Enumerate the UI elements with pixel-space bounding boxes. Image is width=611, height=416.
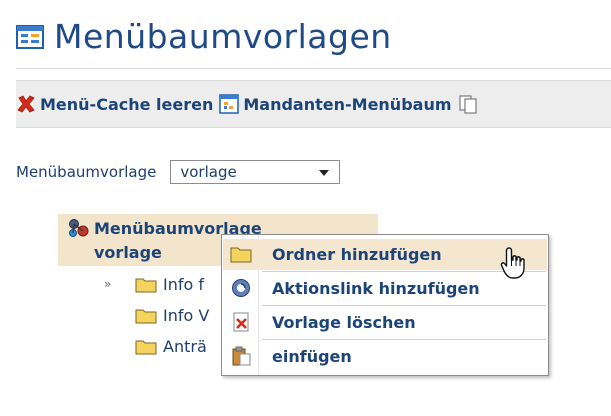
action-link-icon xyxy=(230,278,252,298)
copy-button[interactable] xyxy=(458,94,478,114)
folder-icon xyxy=(230,244,252,264)
tree-item[interactable]: Anträ xyxy=(135,337,207,356)
red-x-icon xyxy=(16,94,36,114)
delete-document-icon xyxy=(230,312,252,332)
template-grid-icon xyxy=(16,24,44,49)
tree-grid-icon xyxy=(219,94,240,114)
add-folder-menu-item[interactable]: Ordner hinzufügen xyxy=(223,239,547,270)
paste-label: einfügen xyxy=(272,347,352,366)
folder-icon xyxy=(135,338,157,355)
delete-template-menu-item[interactable]: Vorlage löschen xyxy=(223,307,547,338)
delete-template-label: Vorlage löschen xyxy=(272,313,416,332)
expand-arrow-icon[interactable]: » xyxy=(104,277,111,291)
clear-cache-label: Menü-Cache leeren xyxy=(40,94,214,114)
add-action-link-menu-item[interactable]: Aktionslink hinzufügen xyxy=(223,273,547,304)
tree-item-label: Anträ xyxy=(163,337,207,356)
folder-icon xyxy=(135,276,157,293)
tree-item-label: Info f xyxy=(163,275,204,294)
template-select-value: vorlage xyxy=(180,163,237,181)
tree-item-label: Info V xyxy=(163,306,210,325)
menu-tree-root-icon xyxy=(68,218,90,238)
tree-item[interactable]: Info V xyxy=(135,306,209,325)
add-action-link-label: Aktionslink hinzufügen xyxy=(272,279,480,298)
app-window: Menübaumvorlagen Menü-Cache leeren Manda… xyxy=(0,0,611,416)
tree-root-sublabel: vorlage xyxy=(94,243,162,262)
hand-cursor-icon xyxy=(500,246,530,280)
page-title: Menübaumvorlagen xyxy=(54,17,392,56)
template-selector-row: Menübaumvorlage vorlage xyxy=(16,160,341,184)
add-folder-label: Ordner hinzufügen xyxy=(272,245,442,264)
template-selector-label: Menübaumvorlage xyxy=(16,163,157,181)
folder-icon xyxy=(135,307,157,324)
toolbar: Menü-Cache leeren Mandanten-Menübaum xyxy=(16,80,611,128)
paste-menu-item[interactable]: einfügen xyxy=(223,341,547,372)
tree-item[interactable]: Info f xyxy=(135,275,204,294)
chevron-down-icon xyxy=(319,170,330,176)
menu-separator xyxy=(262,305,546,306)
template-select[interactable]: vorlage xyxy=(170,160,341,184)
menu-separator xyxy=(262,339,546,340)
page-header: Menübaumvorlagen xyxy=(16,20,392,53)
clear-cache-button[interactable]: Menü-Cache leeren xyxy=(16,94,213,114)
copy-icon xyxy=(458,94,478,114)
title-divider xyxy=(16,68,611,69)
paste-icon xyxy=(230,346,252,366)
tenant-menu-label: Mandanten-Menübaum xyxy=(243,94,452,114)
tenant-menu-button[interactable]: Mandanten-Menübaum xyxy=(219,94,452,114)
